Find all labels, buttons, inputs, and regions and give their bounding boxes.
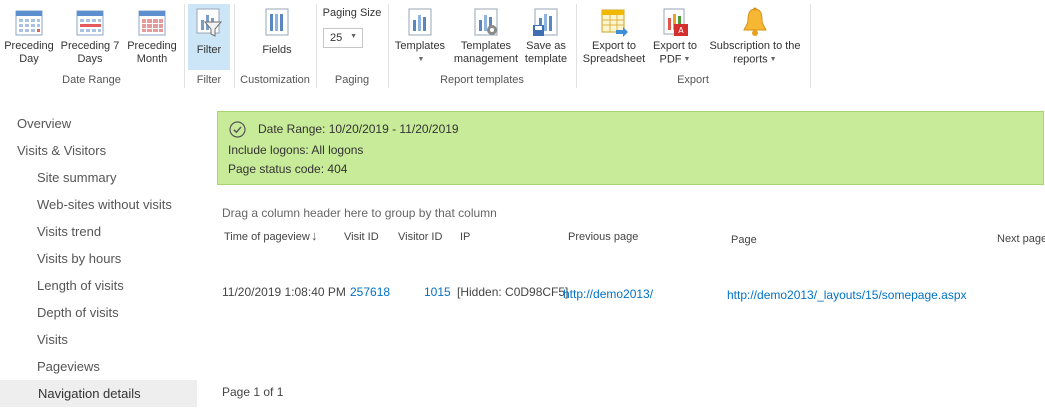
fields-button-label: Fields	[262, 44, 292, 56]
templates-management-button[interactable]: Templates management	[453, 4, 519, 70]
preceding-month-label-1: Preceding	[127, 40, 177, 52]
templates-management-label-1: Templates	[460, 40, 512, 52]
spreadsheet-icon	[601, 9, 628, 37]
preceding-day-button[interactable]: Preceding Day	[2, 4, 56, 70]
column-header-time[interactable]: Time of pageview	[224, 231, 310, 243]
svg-text:A: A	[678, 26, 684, 35]
templates-button[interactable]: Templates ▼	[391, 4, 449, 70]
paging-size-select[interactable]: 25 ▼	[323, 28, 363, 48]
pdf-dropdown-icon: ▼	[683, 56, 691, 63]
preceding-7-days-label-2: Days	[77, 53, 103, 65]
subscription-button[interactable]: Subscription to the reports ▼	[703, 4, 807, 70]
calendar-day-icon	[15, 10, 43, 36]
preceding-day-label-1: Preceding	[4, 40, 54, 52]
cell-visit-id-link[interactable]: 257618	[350, 285, 390, 299]
calendar-week-icon	[76, 10, 104, 36]
calendar-month-icon	[138, 10, 166, 36]
templates-management-label-2: management	[453, 53, 519, 65]
pager-status: Page 1 of 1	[222, 385, 284, 399]
export-pdf-label-2: PDF ▼	[659, 53, 691, 66]
banner-page-status-code: Page status code: 404	[228, 162, 348, 176]
nav-site-summary[interactable]: Site summary	[0, 164, 197, 191]
templates-dropdown-icon: ▼	[417, 56, 425, 63]
paging-group: Paging Size 25 ▼ Paging	[317, 2, 387, 90]
filter-icon	[196, 8, 223, 37]
customization-group-label: Customization	[240, 74, 310, 86]
preceding-day-label-2: Day	[19, 53, 39, 65]
check-circle-icon	[229, 121, 246, 138]
paging-size-title: Paging Size	[322, 7, 382, 19]
preceding-7-days-label-1: Preceding 7	[60, 40, 120, 52]
subscription-dropdown-icon: ▼	[769, 56, 777, 63]
filter-button-label: Filter	[196, 44, 222, 56]
column-header-next-page[interactable]: Next page	[997, 233, 1045, 245]
subscription-label-1: Subscription to the	[709, 40, 801, 52]
banner-date-range: Date Range: 10/20/2019 - 11/20/2019	[258, 122, 459, 136]
column-header-visitor-id[interactable]: Visitor ID	[398, 231, 442, 243]
paging-size-value: 25	[330, 32, 343, 44]
banner-include-logons: Include logons: All logons	[228, 143, 364, 157]
templates-icon	[408, 8, 432, 36]
nav-navigation-details[interactable]: Navigation details	[0, 380, 197, 407]
export-pdf-label-1: Export to	[652, 40, 698, 52]
export-group: Export to Spreadsheet A Export to PDF ▼ S…	[577, 2, 809, 90]
save-as-template-button[interactable]: Save as template	[521, 4, 571, 70]
templates-management-icon	[474, 8, 498, 36]
fields-icon	[265, 8, 289, 36]
preceding-7-days-button[interactable]: Preceding 7 Days	[58, 4, 122, 70]
export-spreadsheet-label-2: Spreadsheet	[582, 53, 646, 65]
nav-websites-without-visits[interactable]: Web-sites without visits	[0, 191, 197, 218]
left-navigation: Overview Visits & Visitors Site summary …	[0, 110, 197, 407]
cell-time: 11/20/2019 1:08:40 PM	[222, 285, 346, 299]
nav-length-of-visits[interactable]: Length of visits	[0, 272, 197, 299]
paging-group-label: Paging	[334, 74, 370, 86]
column-header-page[interactable]: Page	[731, 234, 757, 246]
date-range-group-label: Date Range	[62, 74, 121, 86]
save-template-icon	[533, 8, 558, 36]
group-by-hint: Drag a column header here to group by th…	[222, 206, 497, 220]
filter-button[interactable]: Filter	[188, 4, 230, 70]
customization-group: Fields Customization	[235, 2, 315, 90]
save-as-template-label-2: template	[524, 53, 568, 65]
preceding-month-button[interactable]: Preceding Month	[124, 4, 180, 70]
cell-page-link[interactable]: http://demo2013/_layouts/15/somepage.asp…	[727, 288, 967, 302]
date-range-group: Preceding Day Preceding 7 Days Preceding…	[0, 2, 183, 90]
export-spreadsheet-label-1: Export to	[591, 40, 637, 52]
export-pdf-button[interactable]: A Export to PDF ▼	[649, 4, 701, 70]
column-header-previous-page[interactable]: Previous page	[568, 231, 638, 243]
cell-ip: [Hidden: C0D98CF5]	[457, 285, 569, 299]
ribbon: Preceding Day Preceding 7 Days Preceding…	[0, 0, 1045, 90]
filter-summary-banner: Date Range: 10/20/2019 - 11/20/2019 Incl…	[217, 111, 1044, 185]
dropdown-arrow-icon: ▼	[350, 33, 357, 40]
ribbon-separator	[810, 4, 811, 88]
sort-descending-icon[interactable]: ↓	[311, 228, 318, 243]
export-group-label: Export	[677, 74, 709, 86]
cell-previous-page-link[interactable]: http://demo2013/	[563, 287, 653, 301]
column-header-ip[interactable]: IP	[460, 231, 470, 243]
ribbon-separator	[184, 4, 185, 88]
nav-visits[interactable]: Visits	[0, 326, 197, 353]
nav-visits-visitors[interactable]: Visits & Visitors	[0, 137, 197, 164]
pdf-icon: A	[663, 8, 688, 36]
nav-pageviews[interactable]: Pageviews	[0, 353, 197, 380]
nav-visits-by-hours[interactable]: Visits by hours	[0, 245, 197, 272]
report-templates-group-label: Report templates	[440, 74, 524, 86]
nav-depth-of-visits[interactable]: Depth of visits	[0, 299, 197, 326]
report-templates-group: Templates ▼ Templates management Save as…	[389, 2, 575, 90]
filter-group: Filter Filter	[186, 2, 232, 90]
nav-overview[interactable]: Overview	[0, 110, 197, 137]
bell-icon	[743, 7, 767, 36]
export-spreadsheet-button[interactable]: Export to Spreadsheet	[581, 4, 647, 70]
templates-button-label: Templates	[394, 40, 446, 52]
column-header-visit-id[interactable]: Visit ID	[344, 231, 379, 243]
save-as-template-label-1: Save as	[526, 40, 566, 52]
preceding-month-label-2: Month	[136, 53, 168, 65]
fields-button[interactable]: Fields	[257, 4, 297, 70]
cell-visitor-id-link[interactable]: 1015	[424, 285, 451, 299]
filter-group-label: Filter	[196, 74, 222, 86]
subscription-label-2: reports ▼	[733, 53, 777, 66]
nav-visits-trend[interactable]: Visits trend	[0, 218, 197, 245]
